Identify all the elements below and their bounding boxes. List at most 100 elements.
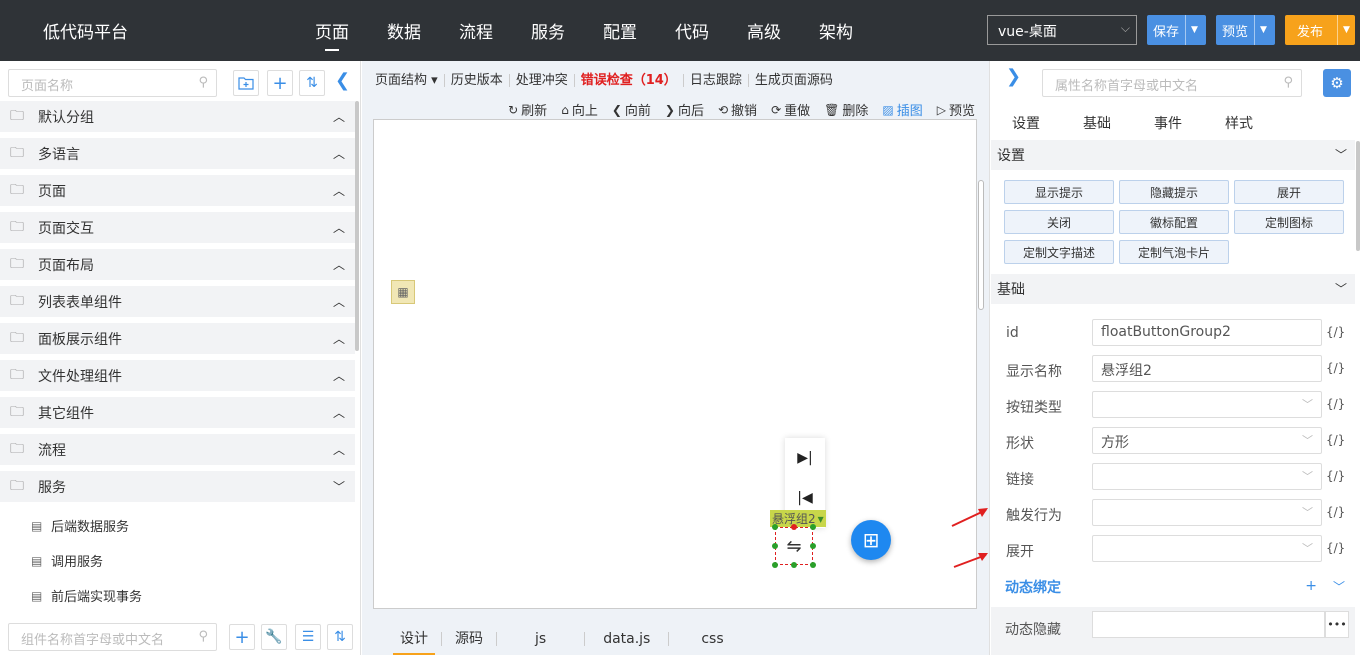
expression-icon[interactable]: {/} (1326, 541, 1345, 555)
save-dropdown-icon[interactable]: ▼ (1185, 15, 1203, 45)
id-input[interactable]: floatButtonGroup2 (1092, 319, 1322, 346)
hide-tooltip-button[interactable]: 隐藏提示 (1119, 180, 1229, 204)
display-name-input[interactable]: 悬浮组2 (1092, 355, 1322, 382)
collapse-sidebar-icon[interactable]: ❮ (335, 70, 350, 91)
log-trace-button[interactable]: 日志跟踪 (684, 73, 749, 87)
sort-components-button[interactable]: ⇅ (327, 624, 353, 650)
env-select[interactable]: vue-桌面 ⌵ (987, 15, 1137, 45)
delete-button[interactable]: 🗑 删除 (824, 100, 868, 120)
tab-css[interactable]: css (669, 632, 755, 646)
preview-dropdown-icon[interactable]: ▼ (1254, 15, 1272, 45)
group-flow[interactable]: 🗀 流程 ︿ (0, 434, 355, 465)
nav-advanced[interactable]: 高级 (747, 18, 781, 43)
button-type-select[interactable]: ﹀ (1092, 391, 1322, 418)
group-file-processing[interactable]: 🗀 文件处理组件 ︿ (0, 360, 355, 391)
canvas-scrollbar[interactable] (978, 180, 984, 310)
float-add-button[interactable]: ⊞ (851, 520, 891, 560)
nav-architecture[interactable]: 架构 (819, 18, 853, 43)
ordered-list-button[interactable]: ☰ (295, 624, 321, 650)
expression-icon[interactable]: {/} (1326, 361, 1345, 375)
nav-code[interactable]: 代码 (675, 18, 709, 43)
open-select[interactable]: ﹀ (1092, 535, 1322, 562)
trigger-select[interactable]: ﹀ (1092, 499, 1322, 526)
group-page[interactable]: 🗀 页面 ︿ (0, 175, 355, 206)
dynamic-hide-input[interactable] (1092, 611, 1325, 638)
group-default[interactable]: 🗀 默认分组 ︿ (0, 101, 355, 132)
group-other[interactable]: 🗀 其它组件 ︿ (0, 397, 355, 428)
resize-handle[interactable] (772, 543, 778, 549)
publish-dropdown-icon[interactable]: ▼ (1337, 15, 1355, 45)
sort-button[interactable]: ⇅ (299, 70, 325, 96)
section-settings[interactable]: 设置 ﹀ (991, 140, 1355, 170)
redo-button[interactable]: ⟳ 重做 (771, 100, 810, 120)
insert-image-button[interactable]: ▨ 插图 (882, 100, 922, 120)
add-page-button[interactable]: + (267, 70, 293, 96)
wrench-button[interactable]: 🔧 (261, 624, 287, 650)
component-search-input[interactable]: 组件名称首字母或中文名 ⚲ (8, 623, 217, 651)
page-structure-menu[interactable]: 页面结构 ▾ (375, 73, 445, 87)
tab-source[interactable]: 源码 (442, 632, 497, 646)
tab-data-js[interactable]: data.js (585, 632, 670, 646)
close-button[interactable]: 关闭 (1004, 210, 1114, 234)
canvas-preview-button[interactable]: ▷ 预览 (937, 100, 975, 120)
tab-basic[interactable]: 基础 (1083, 113, 1111, 133)
sidebar-scrollbar[interactable] (355, 101, 359, 351)
show-tooltip-button[interactable]: 显示提示 (1004, 180, 1114, 204)
panel-scrollbar[interactable] (1356, 141, 1360, 251)
expression-icon[interactable]: {/} (1326, 505, 1345, 519)
list-item-transaction[interactable]: ▤ 前后端实现事务 (0, 578, 355, 613)
nav-service[interactable]: 服务 (531, 18, 565, 43)
nav-data[interactable]: 数据 (387, 18, 421, 43)
add-folder-button[interactable] (233, 70, 259, 96)
page-search-input[interactable]: 页面名称 ⚲ (8, 69, 217, 97)
design-canvas[interactable]: ▦ ▶| |◀ 悬浮组2 ▾ ⇋ ⊞ (373, 119, 984, 609)
refresh-button[interactable]: ↻ 刷新 (508, 100, 547, 120)
error-check-button[interactable]: 错误检查（14） (575, 73, 684, 87)
group-page-interaction[interactable]: 🗀 页面交互 ︿ (0, 212, 355, 243)
handle-conflict-button[interactable]: 处理冲突 (510, 73, 575, 87)
page-component-icon[interactable]: ▦ (391, 280, 415, 304)
custom-icon-button[interactable]: 定制图标 (1234, 210, 1344, 234)
plus-icon[interactable]: + (1305, 578, 1317, 594)
tab-design[interactable]: 设计 (387, 632, 442, 655)
expression-icon[interactable]: {/} (1326, 325, 1345, 339)
move-backward-button[interactable]: ❯ 向后 (665, 100, 704, 120)
shape-select[interactable]: 方形 ﹀ (1092, 427, 1322, 454)
group-list-form[interactable]: 🗀 列表表单组件 ︿ (0, 286, 355, 317)
move-forward-button[interactable]: ❮ 向前 (612, 100, 651, 120)
history-version-button[interactable]: 历史版本 (445, 73, 510, 87)
move-up-button[interactable]: ⌂ 向上 (561, 100, 598, 120)
float-button-last[interactable]: ▶| (785, 438, 825, 478)
resize-handle[interactable] (810, 562, 816, 568)
settings-button[interactable]: ⚙ (1323, 69, 1351, 97)
expression-icon[interactable]: {/} (1326, 433, 1345, 447)
group-page-layout[interactable]: 🗀 页面布局 ︿ (0, 249, 355, 280)
expression-icon[interactable]: {/} (1326, 397, 1345, 411)
list-item-backend-data-service[interactable]: ▤ 后端数据服务 (0, 508, 355, 543)
section-basic[interactable]: 基础 ﹀ (991, 274, 1355, 304)
resize-handle[interactable] (791, 524, 797, 530)
add-component-button[interactable]: + (229, 624, 255, 650)
link-select[interactable]: ﹀ (1092, 463, 1322, 490)
group-service[interactable]: 🗀 服务 ﹀ (0, 471, 355, 502)
list-item-call-service[interactable]: ▤ 调用服务 (0, 543, 355, 578)
badge-config-button[interactable]: 徽标配置 (1119, 210, 1229, 234)
nav-flow[interactable]: 流程 (459, 18, 493, 43)
group-i18n[interactable]: 🗀 多语言 ︿ (0, 138, 355, 169)
expand-button[interactable]: 展开 (1234, 180, 1344, 204)
resize-handle[interactable] (772, 562, 778, 568)
tab-style[interactable]: 样式 (1225, 113, 1253, 133)
custom-text-button[interactable]: 定制文字描述 (1004, 240, 1114, 264)
selected-component-tag[interactable]: 悬浮组2 ▾ (770, 510, 826, 527)
float-group-toggle[interactable]: ⇋ (772, 524, 816, 568)
tab-js[interactable]: js (497, 632, 586, 646)
custom-bubble-card-button[interactable]: 定制气泡卡片 (1119, 240, 1229, 264)
section-dynamic-binding[interactable]: 动态绑定 + ﹀ (991, 572, 1355, 602)
resize-handle[interactable] (810, 524, 816, 530)
save-button[interactable]: 保存 ▼ (1147, 15, 1206, 45)
more-icon[interactable]: ••• (1325, 611, 1349, 638)
resize-handle[interactable] (791, 562, 797, 568)
resize-handle[interactable] (810, 543, 816, 549)
nav-page[interactable]: 页面 (315, 18, 349, 51)
generate-source-button[interactable]: 生成页面源码 (749, 74, 839, 87)
